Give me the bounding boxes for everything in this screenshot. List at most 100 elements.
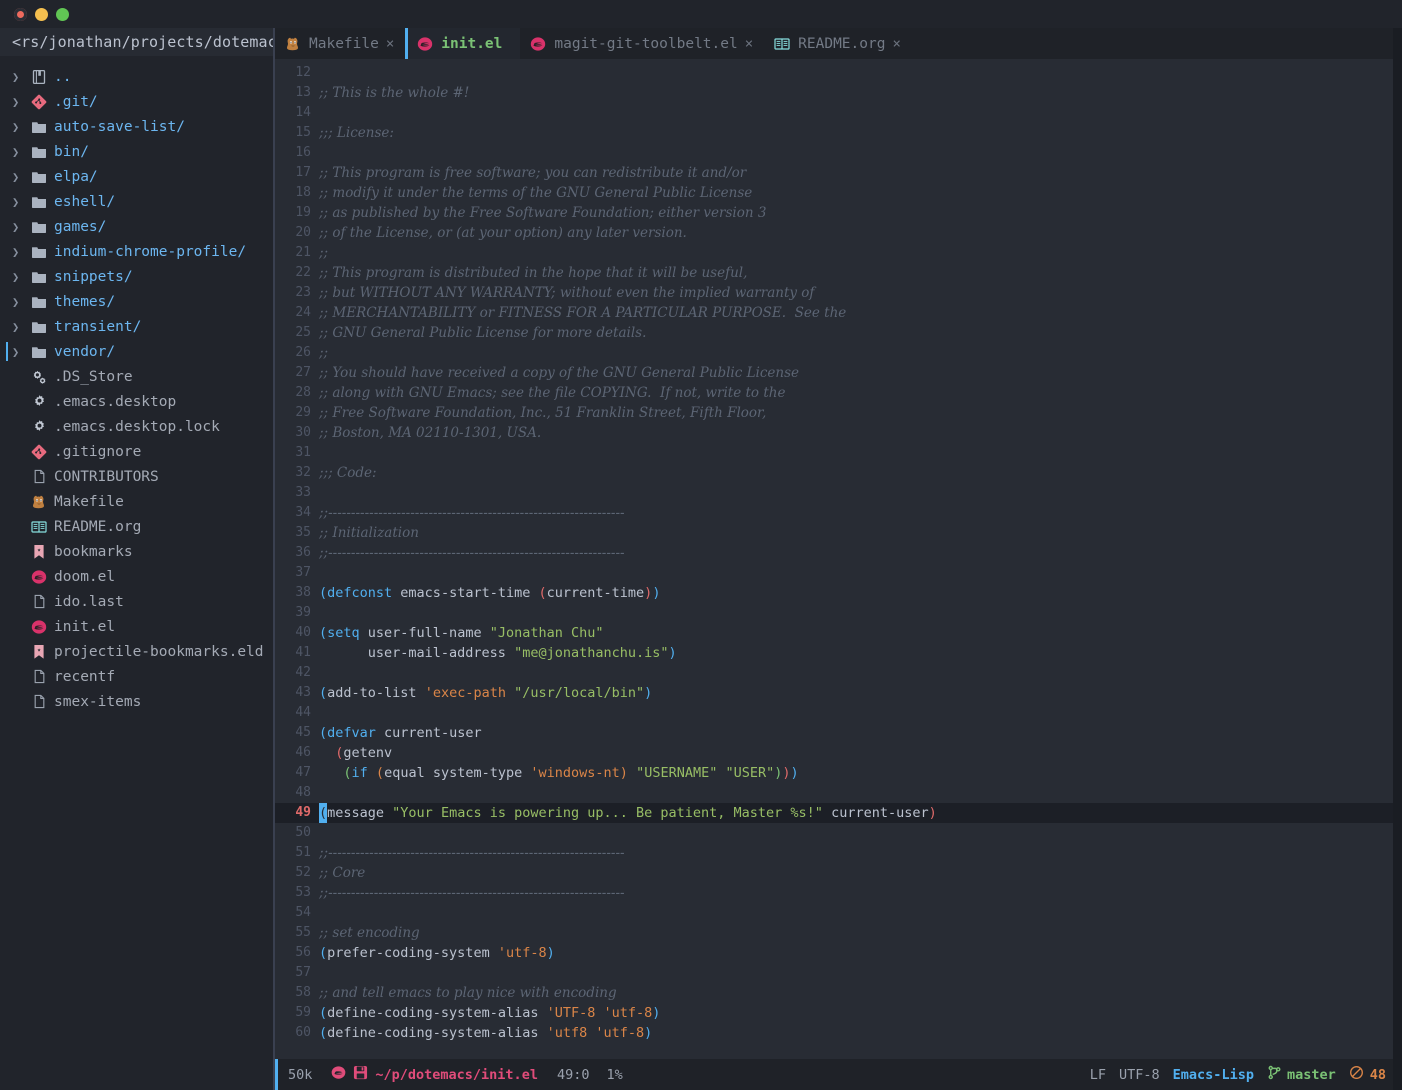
tree-item-readme-org[interactable]: ❯README.org xyxy=(0,514,273,539)
code-line[interactable]: 58 ;; and tell emacs to play nice with en… xyxy=(275,983,1402,1003)
code-line[interactable]: 38 (defconst emacs-start-time (current-ti… xyxy=(275,583,1402,603)
code-line[interactable]: 25 ;; GNU General Public License for more… xyxy=(275,323,1402,343)
code-line[interactable]: 17 ;; This program is free software; you … xyxy=(275,163,1402,183)
code-line[interactable]: 49 (message "Your Emacs is powering up...… xyxy=(275,803,1402,823)
tree-item-emacs-desktop[interactable]: ❯.emacs.desktop xyxy=(0,389,273,414)
code-line[interactable]: 31 xyxy=(275,443,1402,463)
code-line[interactable]: 15 ;;; License: xyxy=(275,123,1402,143)
code-line[interactable]: 56 (prefer-coding-system 'utf-8) xyxy=(275,943,1402,963)
code-line[interactable]: 16 xyxy=(275,143,1402,163)
tab-readme-org[interactable]: README.org × xyxy=(764,28,912,59)
code-line[interactable]: 21;; xyxy=(275,243,1402,263)
git-branch-indicator[interactable]: master xyxy=(1267,1065,1336,1084)
tree-item-eshell[interactable]: ❯ eshell/ xyxy=(0,189,273,214)
tree-item-ds-store[interactable]: ❯.DS_Store xyxy=(0,364,273,389)
code-line[interactable]: 45 (defvar current-user xyxy=(275,723,1402,743)
code-line[interactable]: 26;; xyxy=(275,343,1402,363)
code-line[interactable]: 53 ;;------------------------------------… xyxy=(275,883,1402,903)
chevron-right-icon[interactable]: ❯ xyxy=(12,246,28,258)
tree-item-makefile[interactable]: ❯Makefile xyxy=(0,489,273,514)
chevron-right-icon[interactable]: ❯ xyxy=(12,296,28,308)
chevron-right-icon[interactable]: ❯ xyxy=(12,196,28,208)
save-icon[interactable] xyxy=(353,1065,368,1084)
tree-item-init-el[interactable]: ❯init.el xyxy=(0,614,273,639)
major-mode-label[interactable]: Emacs-Lisp xyxy=(1173,1067,1254,1083)
tree-item-vendor[interactable]: ❯ vendor/ xyxy=(0,339,273,364)
chevron-right-icon[interactable]: ❯ xyxy=(12,221,28,233)
tab-bar[interactable]: Makefile × init.el magit-git-toolbelt.el × RE… xyxy=(275,28,1402,59)
chevron-right-icon[interactable]: ❯ xyxy=(12,271,28,283)
code-line[interactable]: 42 xyxy=(275,663,1402,683)
code-line[interactable]: 37 xyxy=(275,563,1402,583)
code-line[interactable]: 39 xyxy=(275,603,1402,623)
encoding-indicator[interactable]: UTF-8 xyxy=(1119,1067,1160,1083)
code-line[interactable]: 22 ;; This program is distributed in the … xyxy=(275,263,1402,283)
tree-item-bookmarks[interactable]: ❯★bookmarks xyxy=(0,539,273,564)
code-line[interactable]: 57 xyxy=(275,963,1402,983)
tree-item-emacs-desktop-lock[interactable]: ❯.emacs.desktop.lock xyxy=(0,414,273,439)
file-tree[interactable]: ❯.. ❯ .git/❯ auto-save-list/❯ bin/❯ elpa/❯ esh… xyxy=(0,56,273,1090)
code-line[interactable]: 32 ;;; Code: xyxy=(275,463,1402,483)
chevron-right-icon[interactable]: ❯ xyxy=(12,121,28,133)
tree-item-games[interactable]: ❯ games/ xyxy=(0,214,273,239)
tab-magit-git-toolbelt-el[interactable]: magit-git-toolbelt.el × xyxy=(520,28,765,59)
tree-item-contributors[interactable]: ❯CONTRIBUTORS xyxy=(0,464,273,489)
code-line[interactable]: 29 ;; Free Software Foundation, Inc., 51 … xyxy=(275,403,1402,423)
code-line[interactable]: 36 ;;------------------------------------… xyxy=(275,543,1402,563)
tab-makefile[interactable]: Makefile × xyxy=(275,28,406,59)
tree-item-[interactable]: ❯.. xyxy=(0,64,273,89)
tree-item-indium-chrome-profile[interactable]: ❯ indium-chrome-profile/ xyxy=(0,239,273,264)
tree-item-elpa[interactable]: ❯ elpa/ xyxy=(0,164,273,189)
code-line[interactable]: 20 ;; of the License, or (at your option)… xyxy=(275,223,1402,243)
tree-item-ido-last[interactable]: ❯ido.last xyxy=(0,589,273,614)
code-line[interactable]: 35 ;; Initialization xyxy=(275,523,1402,543)
code-line[interactable]: 14 xyxy=(275,103,1402,123)
code-line[interactable]: 12 xyxy=(275,63,1402,83)
tree-item-git[interactable]: ❯ .git/ xyxy=(0,89,273,114)
tree-item-themes[interactable]: ❯ themes/ xyxy=(0,289,273,314)
code-line[interactable]: 41 user-mail-address "me@jonathanchu.is"… xyxy=(275,643,1402,663)
code-line[interactable]: 23 ;; but WITHOUT ANY WARRANTY; without e… xyxy=(275,283,1402,303)
tree-item-smex-items[interactable]: ❯smex-items xyxy=(0,689,273,714)
chevron-right-icon[interactable]: ❯ xyxy=(12,171,28,183)
code-line[interactable]: 46 (getenv xyxy=(275,743,1402,763)
code-line[interactable]: 34 ;;------------------------------------… xyxy=(275,503,1402,523)
code-line[interactable]: 24 ;; MERCHANTABILITY or FITNESS FOR A PA… xyxy=(275,303,1402,323)
tab-close-icon[interactable]: × xyxy=(386,36,394,52)
code-line[interactable]: 54 xyxy=(275,903,1402,923)
code-line[interactable]: 27 ;; You should have received a copy of … xyxy=(275,363,1402,383)
code-line[interactable]: 50 xyxy=(275,823,1402,843)
code-line[interactable]: 19 ;; as published by the Free Software F… xyxy=(275,203,1402,223)
error-count-indicator[interactable]: 48 xyxy=(1349,1065,1386,1084)
chevron-right-icon[interactable]: ❯ xyxy=(12,71,28,83)
code-line[interactable]: 60 (define-coding-system-alias 'utf8 'utf… xyxy=(275,1023,1402,1043)
close-button[interactable] xyxy=(14,7,27,21)
tab-close-icon[interactable]: × xyxy=(892,36,900,52)
code-line[interactable]: 30 ;; Boston, MA 02110-1301, USA. xyxy=(275,423,1402,443)
code-editor[interactable]: 12 13 ;; This is the whole #! 14 15 ;;; Licen… xyxy=(275,59,1402,1059)
code-line[interactable]: 33 xyxy=(275,483,1402,503)
tab-close-icon[interactable]: × xyxy=(745,36,753,52)
code-line[interactable]: 59 (define-coding-system-alias 'UTF-8 'ut… xyxy=(275,1003,1402,1023)
chevron-right-icon[interactable]: ❯ xyxy=(12,146,28,158)
code-line[interactable]: 44 xyxy=(275,703,1402,723)
tree-item-projectile-bookmarks-eld[interactable]: ❯★projectile-bookmarks.eld xyxy=(0,639,273,664)
tree-item-gitignore[interactable]: ❯.gitignore xyxy=(0,439,273,464)
buffer-file-path[interactable]: ~/p/dotemacs/init.el xyxy=(375,1067,538,1083)
maximize-button[interactable] xyxy=(56,7,69,21)
code-line[interactable]: 52 ;; Core xyxy=(275,863,1402,883)
code-line[interactable]: 55 ;; set encoding xyxy=(275,923,1402,943)
code-line[interactable]: 18 ;; modify it under the terms of the GN… xyxy=(275,183,1402,203)
chevron-right-icon[interactable]: ❯ xyxy=(12,321,28,333)
code-line[interactable]: 48 xyxy=(275,783,1402,803)
minimize-button[interactable] xyxy=(35,7,48,21)
tab-init-el[interactable]: init.el xyxy=(405,28,521,59)
code-line[interactable]: 51 ;;------------------------------------… xyxy=(275,843,1402,863)
code-line[interactable]: 47 (if (equal system-type 'windows-nt) "… xyxy=(275,763,1402,783)
tree-item-transient[interactable]: ❯ transient/ xyxy=(0,314,273,339)
code-line[interactable]: 13 ;; This is the whole #! xyxy=(275,83,1402,103)
tree-item-auto-save-list[interactable]: ❯ auto-save-list/ xyxy=(0,114,273,139)
code-line[interactable]: 43 (add-to-list 'exec-path "/usr/local/bi… xyxy=(275,683,1402,703)
chevron-right-icon[interactable]: ❯ xyxy=(12,346,28,358)
code-line[interactable]: 40 (setq user-full-name "Jonathan Chu" xyxy=(275,623,1402,643)
